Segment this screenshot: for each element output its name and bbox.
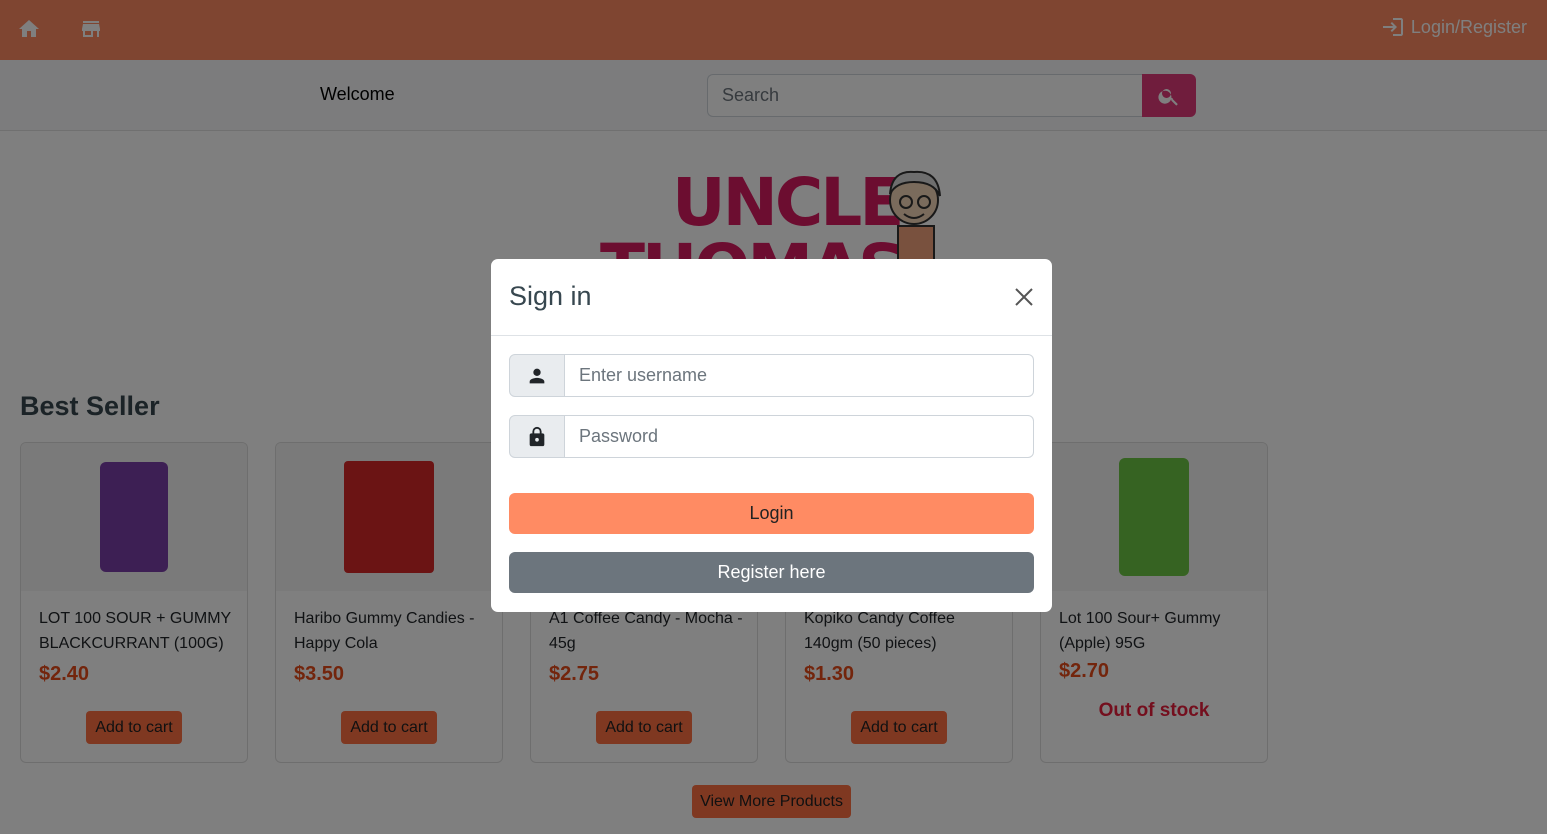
- password-placeholder: Password: [579, 426, 659, 446]
- sign-in-modal: Sign in Enter username Password Login Re…: [491, 259, 1052, 612]
- modal-header: Sign in: [491, 259, 1052, 336]
- username-field[interactable]: Enter username: [565, 354, 1034, 397]
- password-group: Password: [509, 415, 1034, 458]
- user-icon: [509, 354, 565, 397]
- register-button[interactable]: Register here: [509, 552, 1034, 593]
- close-button[interactable]: [1012, 285, 1036, 309]
- login-button[interactable]: Login: [509, 493, 1034, 534]
- username-group: Enter username: [509, 354, 1034, 397]
- username-placeholder: Enter username: [579, 365, 708, 385]
- close-icon: [1015, 288, 1033, 306]
- password-field[interactable]: Password: [565, 415, 1034, 458]
- modal-title: Sign in: [509, 281, 592, 311]
- lock-icon: [509, 415, 565, 458]
